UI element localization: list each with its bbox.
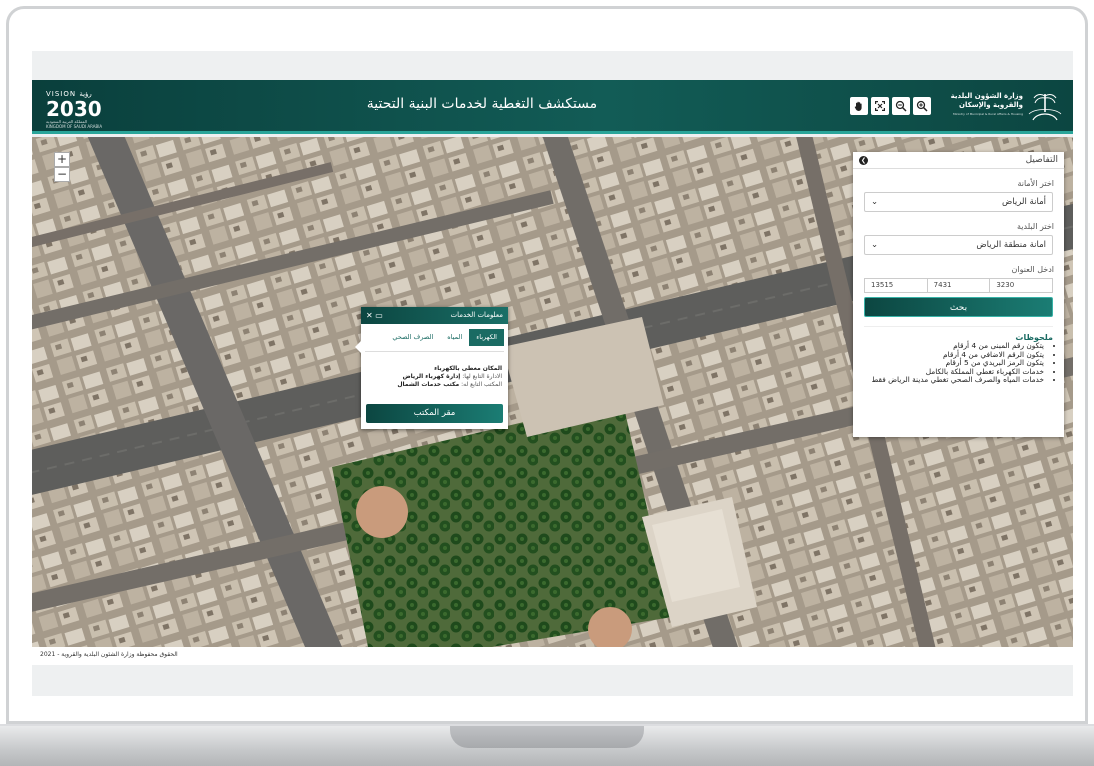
building-number-input[interactable]: 3230 bbox=[989, 279, 1052, 292]
office-label: المكتب التابع له: bbox=[461, 381, 502, 388]
map-zoom-in-button[interactable]: + bbox=[54, 152, 70, 167]
ministry-name-line2: والقروية والإسكان bbox=[959, 101, 1023, 109]
additional-number-input[interactable]: 7431 bbox=[926, 279, 990, 292]
zoom-in-icon[interactable] bbox=[913, 97, 931, 115]
fullscreen-icon[interactable] bbox=[871, 97, 889, 115]
details-panel: التفاصيل ❯ اختر الأمانة أمانة الرياض ⌄ ا… bbox=[853, 152, 1064, 437]
footer: الحقوق محفوظة وزارة الشئون البلدية والقر… bbox=[32, 647, 1073, 665]
notes-list: يتكون رقم المبنى من 4 أرقام يتكون الرقم … bbox=[853, 341, 1064, 385]
ministry-name-line1: وزارة الشؤون البلدية bbox=[950, 92, 1023, 100]
tab-water[interactable]: المياه bbox=[440, 329, 469, 346]
vision-subtitle: المملكة العربية السعودية KINGDOM OF SAUD… bbox=[46, 119, 103, 129]
popup-window-controls[interactable]: ✕ ▭ bbox=[366, 307, 383, 324]
coverage-info: المكان مغطى بالكهرباء الادارة التابع لها… bbox=[361, 365, 508, 389]
app-screen: VISION رؤية 2030 المملكة العربية السعودي… bbox=[32, 51, 1073, 696]
office-value: مكتب خدمات الشمال bbox=[397, 381, 460, 388]
zoom-controls: + − bbox=[54, 152, 70, 182]
note-item: خدمات المياه والصرف الصحي تغطي مدينة الر… bbox=[857, 376, 1044, 385]
chevron-down-icon: ⌄ bbox=[871, 197, 879, 207]
satellite-map[interactable]: + − معلومات الخدمات ✕ ▭ الكهرباء المياه … bbox=[32, 137, 1073, 647]
popup-title: معلومات الخدمات bbox=[450, 311, 504, 319]
services-info-popup: معلومات الخدمات ✕ ▭ الكهرباء المياه الصر… bbox=[355, 307, 508, 429]
office-location-button[interactable]: مقر المكتب bbox=[366, 404, 503, 423]
coverage-status: المكان مغطى بالكهرباء bbox=[434, 365, 502, 372]
amana-select[interactable]: أمانة الرياض ⌄ bbox=[864, 192, 1053, 212]
header-bar: VISION رؤية 2030 المملكة العربية السعودي… bbox=[32, 80, 1073, 134]
tab-electricity[interactable]: الكهرباء bbox=[469, 329, 504, 346]
pan-icon[interactable] bbox=[850, 97, 868, 115]
baladiya-label: اختر البلدية bbox=[1017, 222, 1054, 231]
panel-header: التفاصيل ❯ bbox=[853, 152, 1064, 169]
postal-code-input[interactable]: 13515 bbox=[865, 279, 927, 292]
amana-selected-value: أمانة الرياض bbox=[1001, 197, 1046, 207]
popup-header: معلومات الخدمات ✕ ▭ bbox=[361, 307, 508, 324]
baladiya-selected-value: امانة منطقة الرياض bbox=[976, 240, 1046, 250]
zoom-out-icon[interactable] bbox=[892, 97, 910, 115]
page-title: مستكشف التغطية لخدمات البنية التحتية bbox=[366, 96, 598, 112]
ministry-logo: وزارة الشؤون البلدية والقروية والإسكان M… bbox=[951, 88, 1067, 126]
popup-divider bbox=[365, 351, 504, 352]
chevron-down-icon: ⌄ bbox=[871, 240, 879, 250]
ministry-name-english: Ministry of Municipal & Rural Affairs & … bbox=[953, 112, 1023, 116]
admin-label: الادارة التابع لها: bbox=[462, 373, 502, 380]
panel-title: التفاصيل bbox=[1025, 155, 1058, 165]
amana-label: اختر الأمانة bbox=[1017, 179, 1054, 188]
collapse-chevron-icon[interactable]: ❯ bbox=[859, 155, 868, 165]
panel-divider bbox=[864, 326, 1053, 327]
address-fields: 3230 7431 13515 bbox=[864, 278, 1053, 293]
address-label: ادخل العنوان bbox=[1011, 265, 1055, 274]
palm-emblem-icon bbox=[1028, 94, 1062, 121]
vision-2030-logo: VISION رؤية 2030 المملكة العربية السعودي… bbox=[46, 90, 106, 129]
map-zoom-out-button[interactable]: − bbox=[54, 167, 70, 182]
office-row: المكتب التابع له: مكتب خدمات الشمال bbox=[367, 381, 502, 389]
laptop-notch bbox=[450, 726, 644, 748]
baladiya-select[interactable]: امانة منطقة الرياض ⌄ bbox=[864, 235, 1053, 255]
vision-year: 2030 bbox=[46, 97, 102, 121]
popup-tabs: الكهرباء المياه الصرف الصحي bbox=[365, 329, 504, 346]
admin-value: إدارة كهرباء الرياض bbox=[402, 373, 461, 380]
map-toolbar bbox=[850, 97, 931, 115]
admin-row: الادارة التابع لها: إدارة كهرباء الرياض bbox=[367, 373, 502, 381]
copyright-text: الحقوق محفوظة وزارة الشئون البلدية والقر… bbox=[40, 651, 178, 658]
laptop-mockup: VISION رؤية 2030 المملكة العربية السعودي… bbox=[0, 0, 1094, 766]
search-button[interactable]: بحث bbox=[864, 297, 1053, 317]
tab-sewage[interactable]: الصرف الصحي bbox=[385, 329, 440, 346]
